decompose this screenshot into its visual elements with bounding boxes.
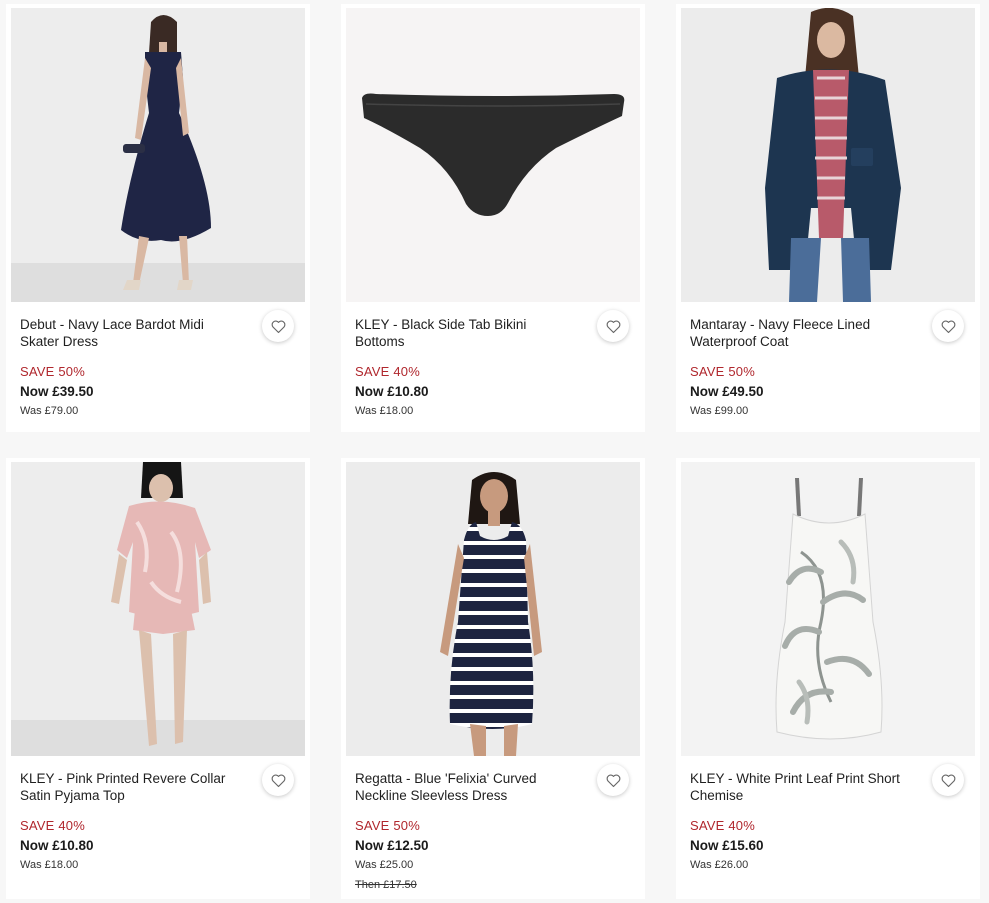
then-price: Then £17.50	[355, 879, 417, 891]
heart-icon	[941, 320, 955, 333]
save-percent: SAVE 50%	[355, 818, 420, 833]
was-price: Was £99.00	[690, 405, 749, 417]
save-percent: SAVE 50%	[20, 364, 85, 379]
product-card[interactable]: KLEY - White Print Leaf Print Short Chem…	[676, 458, 980, 899]
save-percent: SAVE 50%	[690, 364, 755, 379]
now-price: Now £49.50	[690, 384, 764, 399]
wishlist-button[interactable]	[932, 764, 964, 796]
product-title[interactable]: KLEY - White Print Leaf Print Short Chem…	[690, 770, 910, 804]
now-price: Now £10.80	[355, 384, 429, 399]
product-image[interactable]	[11, 462, 305, 756]
was-price: Was £26.00	[690, 859, 749, 871]
product-card[interactable]: KLEY - Black Side Tab Bikini Bottoms SAV…	[341, 4, 645, 432]
wishlist-button[interactable]	[932, 310, 964, 342]
product-grid: Debut - Navy Lace Bardot Midi Skater Dre…	[0, 0, 989, 903]
product-title[interactable]: Regatta - Blue 'Felixia' Curved Neckline…	[355, 770, 575, 804]
product-title[interactable]: Mantaray - Navy Fleece Lined Waterproof …	[690, 316, 910, 350]
wishlist-button[interactable]	[262, 764, 294, 796]
wishlist-button[interactable]	[597, 310, 629, 342]
save-percent: SAVE 40%	[355, 364, 420, 379]
heart-icon	[271, 320, 285, 333]
heart-icon	[271, 774, 285, 787]
pink-pyjama-image	[11, 462, 305, 756]
product-title[interactable]: KLEY - Black Side Tab Bikini Bottoms	[355, 316, 575, 350]
save-percent: SAVE 40%	[20, 818, 85, 833]
product-card[interactable]: KLEY - Pink Printed Revere Collar Satin …	[6, 458, 310, 899]
was-price: Was £18.00	[355, 405, 414, 417]
now-price: Now £12.50	[355, 838, 429, 853]
product-image[interactable]	[681, 8, 975, 302]
product-image[interactable]	[11, 8, 305, 302]
wishlist-button[interactable]	[597, 764, 629, 796]
product-image[interactable]	[681, 462, 975, 756]
wishlist-button[interactable]	[262, 310, 294, 342]
product-title[interactable]: Debut - Navy Lace Bardot Midi Skater Dre…	[20, 316, 240, 350]
was-price: Was £18.00	[20, 859, 79, 871]
product-title[interactable]: KLEY - Pink Printed Revere Collar Satin …	[20, 770, 240, 804]
navy-lace-dress-image	[11, 8, 305, 302]
now-price: Now £10.80	[20, 838, 94, 853]
navy-coat-image	[681, 8, 975, 302]
striped-dress-image	[346, 462, 640, 756]
now-price: Now £39.50	[20, 384, 94, 399]
now-price: Now £15.60	[690, 838, 764, 853]
product-card[interactable]: Debut - Navy Lace Bardot Midi Skater Dre…	[6, 4, 310, 432]
product-image[interactable]	[346, 462, 640, 756]
product-card[interactable]: Regatta - Blue 'Felixia' Curved Neckline…	[341, 458, 645, 899]
product-image[interactable]	[346, 8, 640, 302]
heart-icon	[606, 320, 620, 333]
heart-icon	[606, 774, 620, 787]
leaf-chemise-image	[681, 462, 975, 756]
black-bikini-bottoms-image	[346, 8, 640, 302]
was-price: Was £25.00	[355, 859, 414, 871]
was-price: Was £79.00	[20, 405, 79, 417]
heart-icon	[941, 774, 955, 787]
save-percent: SAVE 40%	[690, 818, 755, 833]
product-card[interactable]: Mantaray - Navy Fleece Lined Waterproof …	[676, 4, 980, 432]
